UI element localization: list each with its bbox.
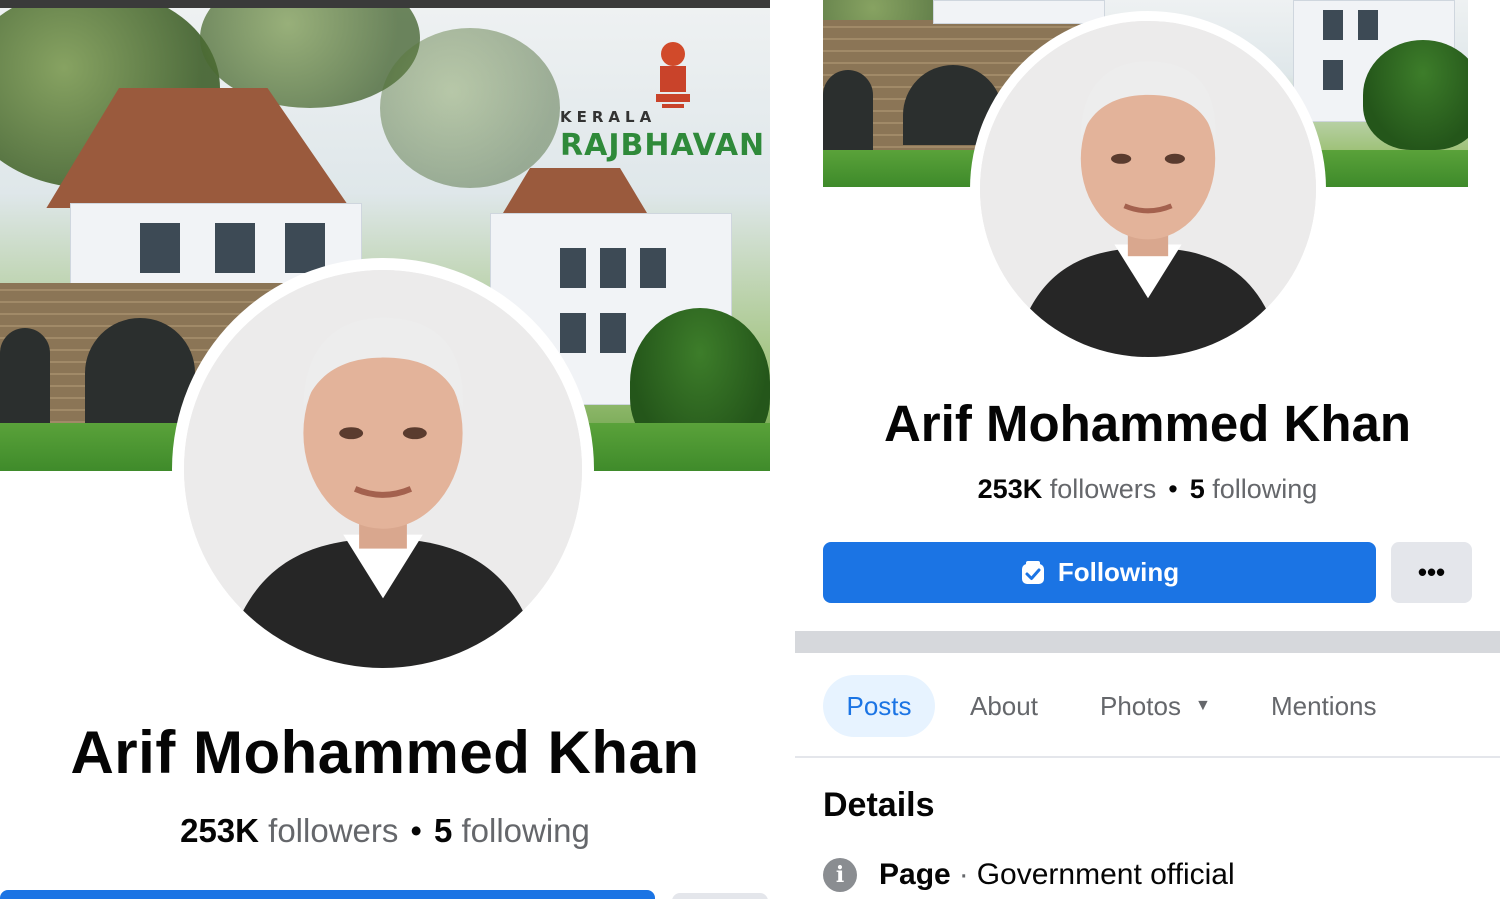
- portrait-image: [980, 21, 1316, 357]
- cover-brand-text: KERALA RAJBHAVAN: [560, 108, 765, 163]
- building-window: [600, 248, 626, 288]
- tree-foliage: [380, 28, 560, 188]
- building-veranda: [933, 0, 1105, 24]
- building-arch: [85, 318, 195, 428]
- tab-posts[interactable]: Posts: [823, 675, 935, 737]
- secondary-action-button-partial[interactable]: [672, 893, 768, 899]
- building-window: [600, 313, 626, 353]
- followers-label[interactable]: followers: [268, 812, 398, 849]
- following-count[interactable]: 5: [1190, 474, 1205, 504]
- panel-divider: [772, 0, 795, 899]
- profile-stats: 253K followers • 5 following: [0, 812, 770, 850]
- primary-action-button-partial[interactable]: [0, 890, 655, 899]
- state-emblem-icon: [656, 42, 690, 108]
- building-roof: [500, 168, 650, 218]
- building-arch: [823, 70, 873, 150]
- cover-brand-line2: RAJBHAVAN: [560, 128, 766, 163]
- tab-about[interactable]: About: [970, 675, 1038, 737]
- chevron-down-icon: ▼: [1194, 697, 1211, 714]
- followers-count[interactable]: 253K: [978, 474, 1043, 504]
- followers-count[interactable]: 253K: [180, 812, 259, 849]
- info-icon: i: [823, 858, 857, 892]
- profile-name: Arif Mohammed Khan: [70, 719, 700, 786]
- building-window: [560, 313, 586, 353]
- following-button-label: Following: [1057, 557, 1180, 587]
- detail-label: Page: [879, 858, 951, 891]
- detail-row-page-category: i Page · Government official: [823, 855, 1235, 895]
- building-window: [215, 223, 255, 273]
- detail-separator: ·: [958, 858, 969, 891]
- tabs-divider: [795, 756, 1500, 758]
- more-icon: •••: [1417, 557, 1446, 587]
- following-check-icon: [1021, 560, 1044, 584]
- following-label[interactable]: following: [1212, 474, 1317, 504]
- profile-stats: 253K followers • 5 following: [795, 474, 1500, 505]
- following-button[interactable]: Following: [823, 542, 1376, 603]
- tab-photos[interactable]: Photos ▼: [1100, 675, 1211, 737]
- building-window: [1323, 60, 1343, 90]
- building-window: [140, 223, 180, 273]
- building-window: [560, 248, 586, 288]
- tab-photos-label: Photos: [1100, 690, 1181, 721]
- separator-dot: •: [410, 812, 422, 849]
- building-window: [285, 223, 325, 273]
- left-profile-screenshot: KERALA RAJBHAVAN Arif Mohammed Khan 253K…: [0, 0, 772, 899]
- details-heading: Details: [823, 786, 935, 824]
- following-label[interactable]: following: [461, 812, 589, 849]
- followers-label[interactable]: followers: [1050, 474, 1157, 504]
- tab-posts-label: Posts: [846, 690, 912, 721]
- profile-tabs: Posts About Photos ▼ Mentions: [795, 675, 1500, 737]
- building-window: [1323, 10, 1343, 40]
- top-status-strip: [0, 0, 770, 8]
- profile-avatar[interactable]: [970, 11, 1326, 367]
- detail-value: Government official: [976, 858, 1235, 891]
- building-window: [640, 248, 666, 288]
- following-count[interactable]: 5: [434, 812, 452, 849]
- tab-mentions-label: Mentions: [1271, 690, 1377, 721]
- tab-about-label: About: [970, 690, 1038, 721]
- tab-mentions[interactable]: Mentions: [1271, 675, 1377, 737]
- profile-name: Arif Mohammed Khan: [883, 395, 1412, 452]
- building-window: [1358, 10, 1378, 40]
- separator-dot: •: [1168, 474, 1178, 504]
- profile-avatar[interactable]: [172, 258, 594, 680]
- palm-foliage: [1363, 40, 1468, 150]
- portrait-image: [184, 270, 582, 668]
- section-separator: [795, 631, 1500, 653]
- building-arch: [0, 328, 50, 428]
- more-options-button[interactable]: •••: [1391, 542, 1472, 603]
- cover-brand-line1: KERALA: [560, 108, 657, 126]
